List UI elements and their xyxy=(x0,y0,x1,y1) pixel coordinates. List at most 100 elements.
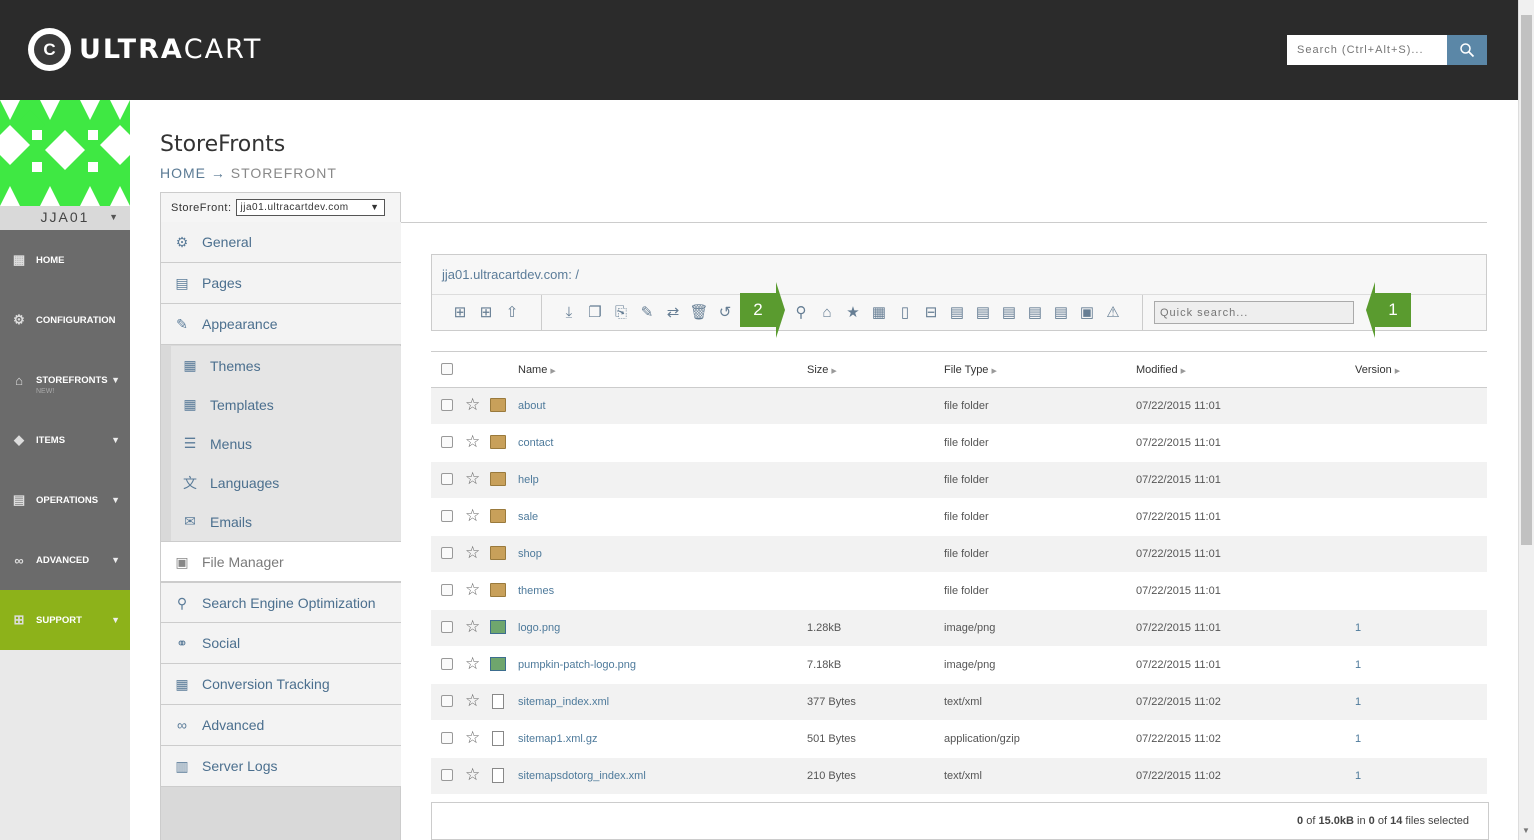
image-icon[interactable]: ▣ xyxy=(1077,303,1097,323)
favorite-star-icon[interactable]: ☆ xyxy=(465,691,480,711)
copy-icon[interactable]: ❐ xyxy=(585,303,605,323)
nav-item-advanced[interactable]: ∞ ADVANCED ▼ xyxy=(0,530,130,590)
table-row[interactable]: ☆ sitemap1.xml.gz 501 Bytes application/gzi… xyxy=(431,721,1487,758)
file-version[interactable]: 1 xyxy=(1355,733,1361,745)
submenu-appearance[interactable]: ✎ Appearance xyxy=(161,304,401,345)
row-checkbox[interactable] xyxy=(441,510,453,522)
file-name-link[interactable]: sale xyxy=(518,511,538,523)
account-switcher[interactable]: JJA01 ▼ xyxy=(0,206,130,230)
submenu-languages[interactable]: 文 Languages xyxy=(171,463,401,502)
submenu-general[interactable]: ⚙ General xyxy=(161,222,401,263)
velocity-file-icon[interactable]: ▤ xyxy=(1051,303,1071,323)
ultracart-logo[interactable]: C ULTRACART xyxy=(28,28,262,71)
quick-search-input[interactable] xyxy=(1154,301,1354,324)
nav-item-items[interactable]: ◆ ITEMS ▼ xyxy=(0,410,130,470)
submenu-seo[interactable]: ⚲ Search Engine Optimization xyxy=(161,582,401,623)
column-header-name[interactable]: Name ▶ xyxy=(518,364,556,376)
breadcrumb-home-link[interactable]: HOME xyxy=(160,165,206,181)
submenu-server-logs[interactable]: ▥ Server Logs xyxy=(161,746,401,787)
row-checkbox[interactable] xyxy=(441,436,453,448)
search-button[interactable] xyxy=(1447,35,1487,65)
submenu-file-manager[interactable]: ▣ File Manager xyxy=(161,541,401,582)
select-all-checkbox[interactable] xyxy=(441,363,453,375)
star-icon[interactable]: ★ xyxy=(843,303,863,323)
nav-item-storefronts[interactable]: ⌂ STOREFRONTS NEW! ▼ xyxy=(0,350,130,410)
favorite-star-icon[interactable]: ☆ xyxy=(465,395,480,415)
new-file-icon[interactable]: ⊞ xyxy=(450,303,470,323)
table-row[interactable]: ☆ shop file folder 07/22/2015 11:01 xyxy=(431,536,1487,573)
avatar[interactable]: JJA01 ▼ xyxy=(0,100,130,230)
column-header-size[interactable]: Size ▶ xyxy=(807,364,837,376)
table-row[interactable]: ☆ logo.png 1.28kB image/png 07/22/2015 11:01… xyxy=(431,610,1487,647)
file-version[interactable]: 1 xyxy=(1355,696,1361,708)
favorite-star-icon[interactable]: ☆ xyxy=(465,617,480,637)
file-name-link[interactable]: help xyxy=(518,474,539,486)
move-icon[interactable]: ⇄ xyxy=(663,303,683,323)
favorite-star-icon[interactable]: ☆ xyxy=(465,506,480,526)
row-checkbox[interactable] xyxy=(441,621,453,633)
file-name-link[interactable]: about xyxy=(518,400,546,412)
nav-item-home[interactable]: ▦ HOME xyxy=(0,230,130,290)
row-checkbox[interactable] xyxy=(441,658,453,670)
warning-icon[interactable]: ⚠ xyxy=(1103,303,1123,323)
submenu-emails[interactable]: ✉ Emails xyxy=(171,502,401,541)
file-name-link[interactable]: sitemap_index.xml xyxy=(518,696,609,708)
file-version[interactable]: 1 xyxy=(1355,659,1361,671)
file-name-link[interactable]: themes xyxy=(518,585,554,597)
file-version[interactable]: 1 xyxy=(1355,622,1361,634)
submenu-conversion-tracking[interactable]: ▦ Conversion Tracking xyxy=(161,664,401,705)
download-icon[interactable]: ⤓ xyxy=(559,303,579,323)
scroll-down-icon[interactable]: ▼ xyxy=(1522,826,1530,835)
favorite-star-icon[interactable]: ☆ xyxy=(465,469,480,489)
row-checkbox[interactable] xyxy=(441,399,453,411)
column-header-type[interactable]: File Type ▶ xyxy=(944,364,997,376)
html-file-icon[interactable]: ▤ xyxy=(947,303,967,323)
file-name-link[interactable]: shop xyxy=(518,548,542,560)
row-checkbox[interactable] xyxy=(441,547,453,559)
table-row[interactable]: ☆ contact file folder 07/22/2015 11:01 xyxy=(431,425,1487,462)
file-name-link[interactable]: pumpkin-patch-logo.png xyxy=(518,659,636,671)
table-row[interactable]: ☆ help file folder 07/22/2015 11:01 xyxy=(431,462,1487,499)
row-checkbox[interactable] xyxy=(441,695,453,707)
favorite-star-icon[interactable]: ☆ xyxy=(465,580,480,600)
calendar-icon[interactable]: ▦ xyxy=(869,303,889,323)
blank-file-icon[interactable]: ▯ xyxy=(895,303,915,323)
submenu-pages[interactable]: ▤ Pages xyxy=(161,263,401,304)
submenu-menus[interactable]: ☰ Menus xyxy=(171,424,401,463)
sitemap-icon[interactable]: ⊟ xyxy=(921,303,941,323)
file-version[interactable]: 1 xyxy=(1355,770,1361,782)
js-file-icon[interactable]: ▤ xyxy=(1025,303,1045,323)
file-name-link[interactable]: contact xyxy=(518,437,553,449)
global-search-input[interactable] xyxy=(1287,35,1447,65)
rename-icon[interactable]: ✎ xyxy=(637,303,657,323)
table-row[interactable]: ☆ sale file folder 07/22/2015 11:01 xyxy=(431,499,1487,536)
scrollbar-thumb[interactable] xyxy=(1521,15,1532,545)
row-checkbox[interactable] xyxy=(441,584,453,596)
table-row[interactable]: ☆ themes file folder 07/22/2015 11:01 xyxy=(431,573,1487,610)
favorite-star-icon[interactable]: ☆ xyxy=(465,765,480,785)
page-scrollbar[interactable]: ▼ xyxy=(1518,0,1534,840)
nav-item-operations[interactable]: ▤ OPERATIONS ▼ xyxy=(0,470,130,530)
favorite-star-icon[interactable]: ☆ xyxy=(465,543,480,563)
row-checkbox[interactable] xyxy=(441,769,453,781)
table-row[interactable]: ☆ sitemap_index.xml 377 Bytes text/xml 07/22… xyxy=(431,684,1487,721)
row-checkbox[interactable] xyxy=(441,473,453,485)
upload-icon[interactable]: ⇧ xyxy=(502,303,522,323)
paste-icon[interactable]: ⎘ xyxy=(611,303,631,323)
nav-item-configuration[interactable]: ⚙ CONFIGURATION xyxy=(0,290,130,350)
table-row[interactable]: ☆ about file folder 07/22/2015 11:01 xyxy=(431,388,1487,425)
column-header-version[interactable]: Version ▶ xyxy=(1355,364,1400,376)
favorite-star-icon[interactable]: ☆ xyxy=(465,654,480,674)
trash-icon[interactable]: 🗑 xyxy=(689,303,709,323)
file-name-link[interactable]: sitemap1.xml.gz xyxy=(518,733,597,745)
submenu-social[interactable]: ⚭ Social xyxy=(161,623,401,664)
submenu-templates[interactable]: ▦ Templates xyxy=(171,385,401,424)
storefront-select[interactable]: jja01.ultracartdev.com ▼ xyxy=(235,199,385,216)
row-checkbox[interactable] xyxy=(441,732,453,744)
favorite-star-icon[interactable]: ☆ xyxy=(465,432,480,452)
new-folder-icon[interactable]: ⊞ xyxy=(476,303,496,323)
submenu-advanced[interactable]: ∞ Advanced xyxy=(161,705,401,746)
home-icon[interactable]: ⌂ xyxy=(817,303,837,323)
css-file-icon[interactable]: ▤ xyxy=(999,303,1019,323)
table-row[interactable]: ☆ pumpkin-patch-logo.png 7.18kB image/png 07… xyxy=(431,647,1487,684)
